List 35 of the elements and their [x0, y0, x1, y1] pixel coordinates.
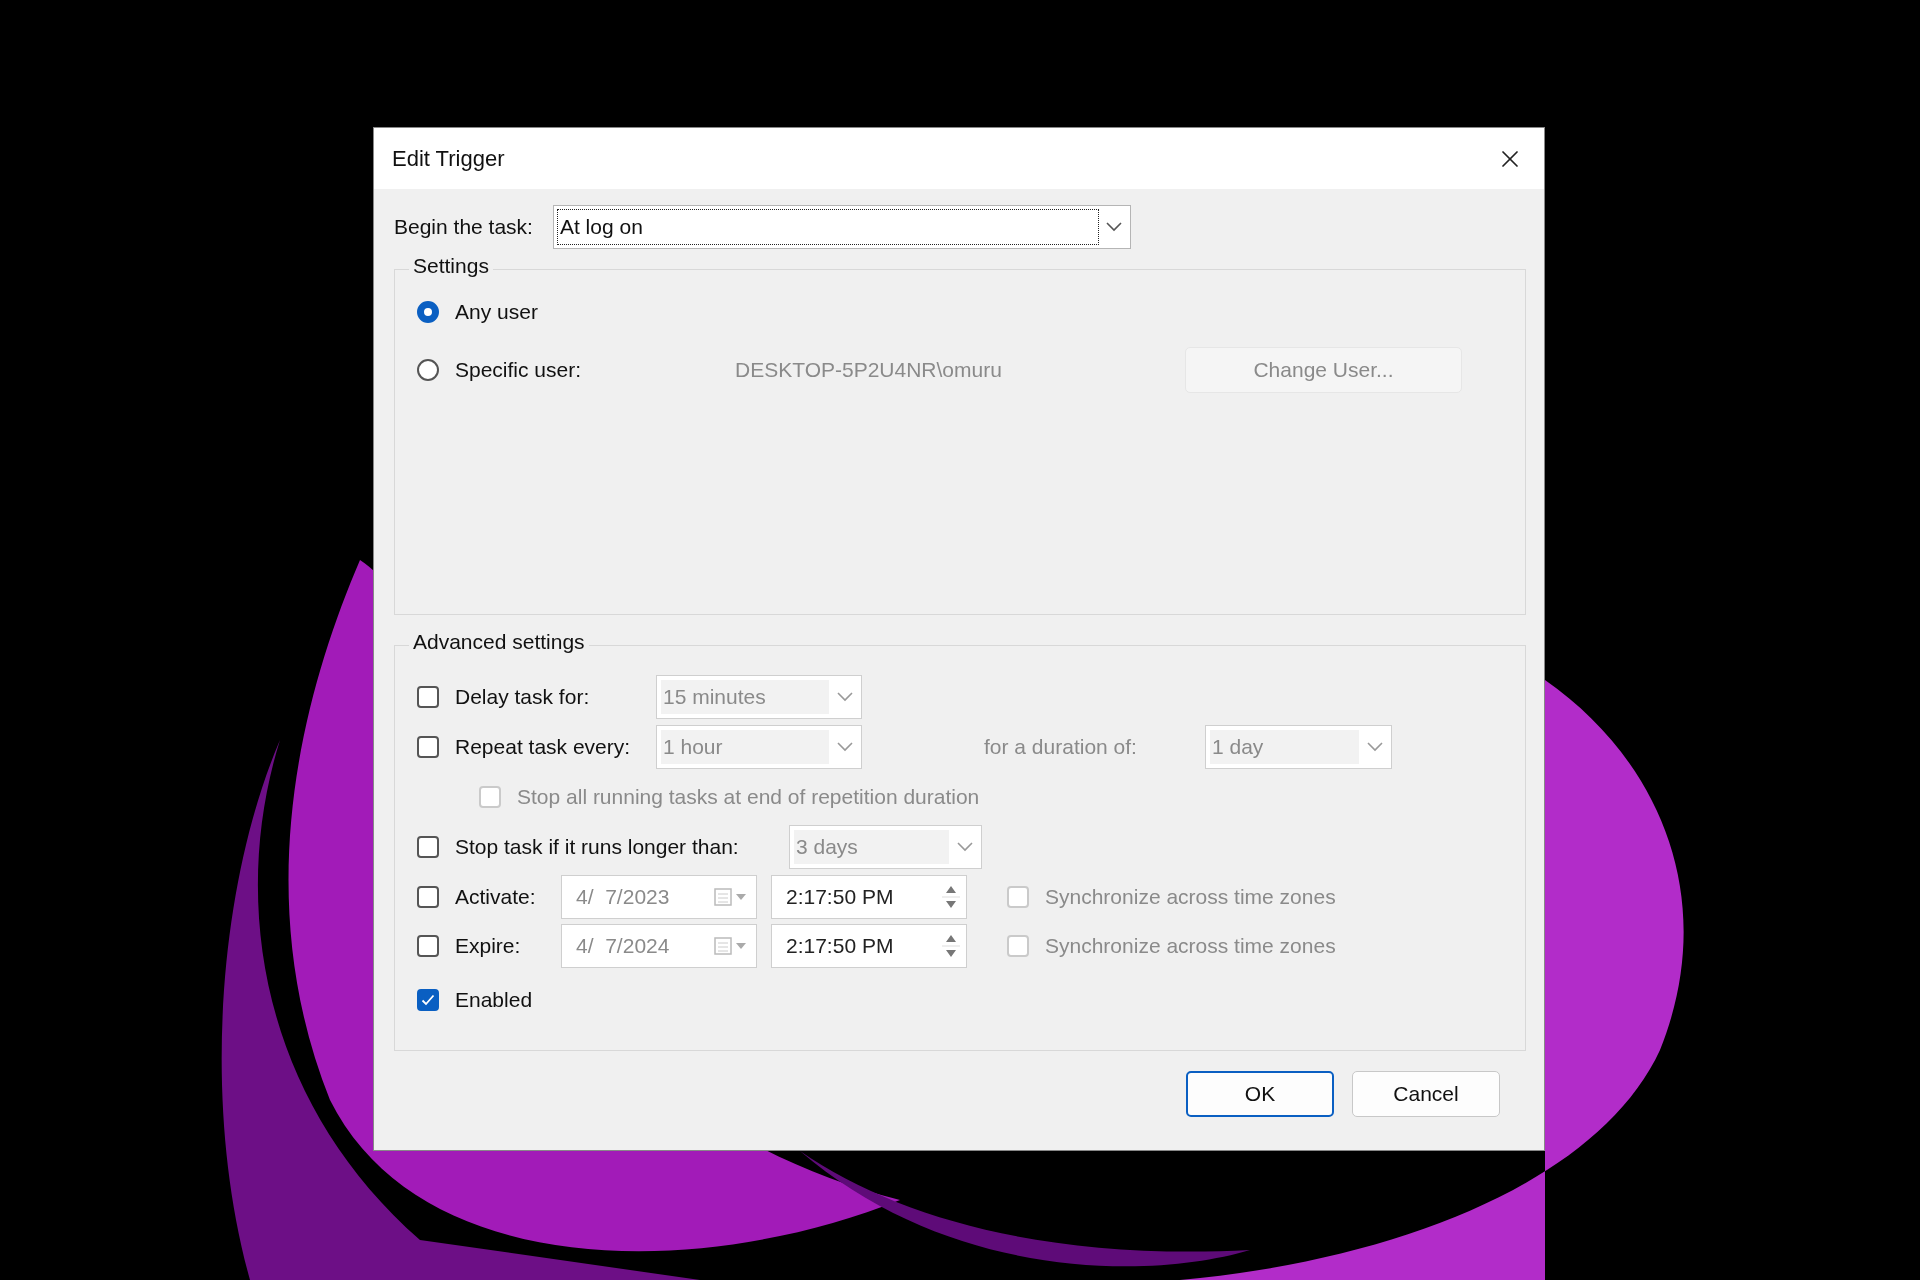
checkbox[interactable]	[417, 989, 439, 1012]
checkbox-label: Activate:	[455, 885, 537, 910]
date-field[interactable]: 4/ 7/2024	[561, 924, 757, 969]
begin-task-dropdown[interactable]: At log on	[552, 205, 1131, 249]
checkbox-label: Stop all running tasks at end of repetition duration	[517, 784, 980, 809]
checkbox[interactable]	[417, 886, 439, 909]
radio-label: Specific user:	[455, 358, 583, 382]
field-label: Begin the task:	[394, 215, 533, 239]
checkbox-label: Stop task if it runs longer than:	[455, 835, 740, 860]
radio-button[interactable]	[417, 359, 439, 381]
calendar-dropdown-icon	[714, 937, 748, 956]
dialog-button[interactable]: Cancel	[1352, 1071, 1500, 1117]
checkbox-label: Repeat task every:	[455, 734, 632, 759]
chevron-down-icon	[837, 741, 853, 752]
checkbox[interactable]	[417, 935, 439, 958]
time-field[interactable]: 2:17:50 PM	[771, 875, 967, 920]
chevron-down-icon	[957, 842, 973, 853]
checkbox-label: Expire:	[455, 934, 522, 959]
chevron-down-icon	[1105, 222, 1122, 232]
time-field[interactable]: 2:17:50 PM	[771, 924, 967, 969]
chevron-down-icon	[1367, 741, 1383, 752]
radio-button[interactable]	[417, 301, 439, 323]
checkbox-label: Synchronize across time zones	[1045, 934, 1336, 959]
checkbox-label: Delay task for:	[455, 684, 591, 709]
chevron-down-icon	[837, 691, 853, 702]
calendar-dropdown-icon	[714, 888, 748, 907]
window-title: Edit Trigger	[392, 145, 505, 172]
checkmark-icon	[421, 994, 435, 1007]
date-field[interactable]: 4/ 7/2023	[561, 875, 757, 920]
checkbox-label: Synchronize across time zones	[1045, 885, 1336, 910]
dialog-button[interactable]: OK	[1186, 1071, 1334, 1117]
checkbox-label: Enabled	[455, 988, 533, 1013]
user-name: DESKTOP-5P2U4NR\omuru	[735, 358, 1003, 382]
duration-label: for a duration of:	[984, 734, 1138, 759]
radio-label: Any user	[455, 300, 538, 324]
